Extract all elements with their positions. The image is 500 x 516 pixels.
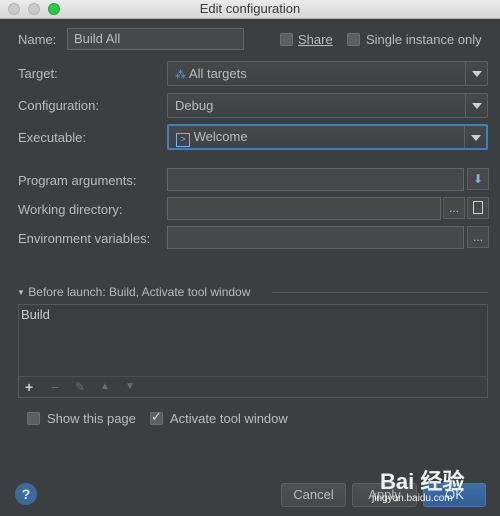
- before-launch-divider: [272, 292, 488, 293]
- before-launch-toolbar: + − ✎ ▲ ▼: [18, 376, 488, 398]
- name-label: Name:: [18, 32, 57, 47]
- move-up-icon[interactable]: ▲: [100, 377, 110, 397]
- insert-macro-icon: ⬇: [472, 172, 484, 186]
- single-instance-checkbox[interactable]: [347, 33, 360, 46]
- maximize-window-button[interactable]: [48, 3, 60, 15]
- title-bar: Edit configuration: [0, 0, 500, 19]
- baidu-watermark-logo: Bai 经验: [380, 469, 465, 494]
- minimize-window-button[interactable]: [28, 3, 40, 15]
- add-icon[interactable]: +: [25, 377, 33, 397]
- configuration-label: Configuration:: [18, 98, 99, 113]
- help-button[interactable]: ?: [15, 483, 37, 505]
- configuration-combo[interactable]: Debug: [167, 93, 488, 118]
- working-directory-folder-button[interactable]: [467, 197, 489, 219]
- working-directory-label: Working directory:: [18, 202, 123, 217]
- target-label: Target:: [18, 66, 58, 81]
- target-dropdown-arrow[interactable]: [465, 62, 487, 85]
- working-directory-input[interactable]: [167, 197, 441, 220]
- list-item[interactable]: Build: [21, 307, 50, 322]
- move-down-icon[interactable]: ▼: [125, 377, 135, 397]
- single-instance-label: Single instance only: [366, 32, 482, 47]
- target-value: All targets: [188, 66, 247, 81]
- expand-arguments-button[interactable]: ⬇: [467, 168, 489, 190]
- configuration-value: Debug: [175, 98, 214, 113]
- activate-tool-window-checkbox[interactable]: [150, 410, 163, 425]
- cancel-button[interactable]: Cancel: [281, 483, 346, 507]
- configuration-dropdown-arrow[interactable]: [465, 94, 487, 117]
- targets-icon: ⁂: [175, 68, 186, 81]
- show-this-page-label: Show this page: [47, 411, 136, 426]
- program-arguments-input[interactable]: [167, 168, 464, 191]
- target-combo[interactable]: ⁂ All targets: [167, 61, 488, 86]
- executable-label: Executable:: [18, 130, 86, 145]
- name-input[interactable]: Build All: [67, 28, 244, 50]
- window-title: Edit configuration: [199, 1, 301, 16]
- share-checkbox[interactable]: [280, 33, 293, 46]
- environment-variables-browse-button[interactable]: ...: [467, 226, 489, 248]
- edit-icon[interactable]: ✎: [75, 377, 85, 397]
- baidu-watermark-url: jingyan.baidu.com: [372, 493, 453, 504]
- activate-tool-window-label: Activate tool window: [170, 411, 288, 426]
- program-arguments-label: Program arguments:: [18, 173, 137, 188]
- terminal-icon: >: [176, 133, 190, 147]
- environment-variables-label: Environment variables:: [18, 231, 151, 246]
- share-label: Share: [298, 32, 333, 47]
- executable-dropdown-arrow[interactable]: [464, 126, 486, 148]
- executable-combo[interactable]: > Welcome: [167, 124, 488, 150]
- environment-variables-input[interactable]: [167, 226, 464, 249]
- close-window-button[interactable]: [8, 3, 20, 15]
- before-launch-header[interactable]: ▼ Before launch: Build, Activate tool wi…: [17, 285, 250, 299]
- show-this-page-checkbox[interactable]: [27, 412, 40, 425]
- collapse-triangle-icon: ▼: [17, 288, 25, 297]
- working-directory-browse-button[interactable]: ...: [443, 197, 465, 219]
- remove-icon[interactable]: −: [51, 377, 59, 397]
- executable-value: Welcome: [193, 129, 248, 144]
- document-icon: [473, 201, 483, 214]
